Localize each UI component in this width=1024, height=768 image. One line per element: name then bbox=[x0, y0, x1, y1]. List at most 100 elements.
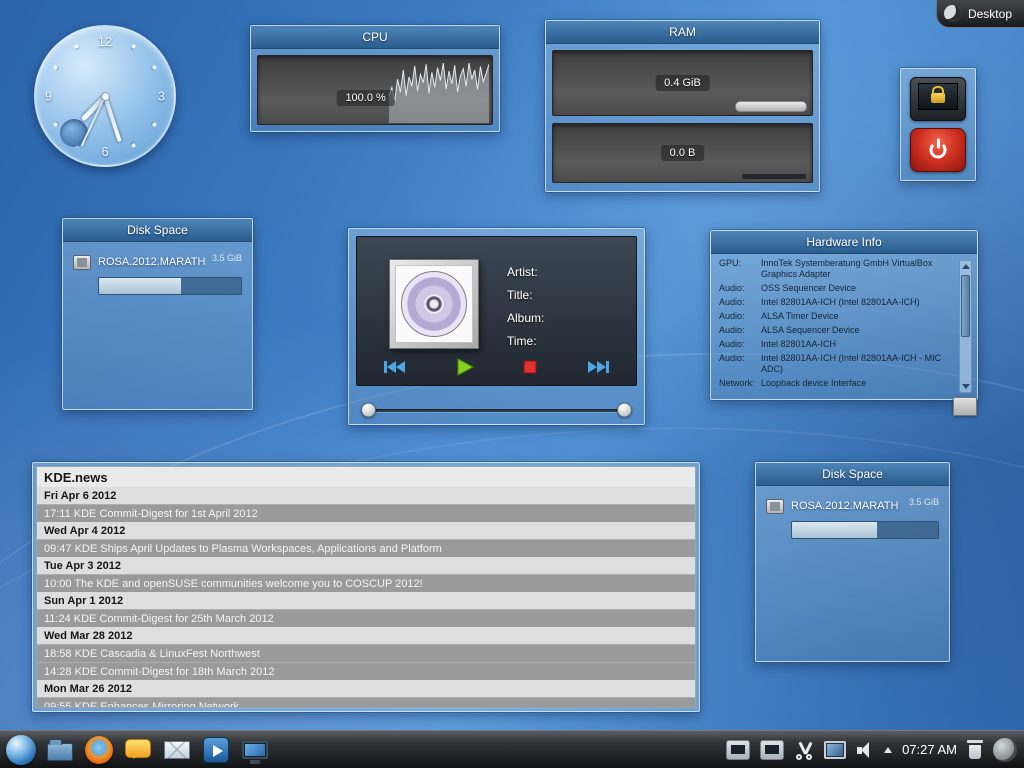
title-label: Title: bbox=[507, 284, 544, 307]
disk-usage-fill bbox=[99, 278, 181, 294]
hardware-info-row: Audio:ALSA Timer Device bbox=[719, 311, 954, 322]
klipper-scissors-icon[interactable] bbox=[794, 740, 814, 760]
disk-device-row: ROSA.2012.MARATH 3.5 GiB bbox=[73, 254, 242, 270]
hardware-info-row: Network:Loopback device Interface bbox=[719, 378, 954, 389]
news-item-link[interactable]: 10:00 The KDE and openSUSE communities w… bbox=[37, 574, 695, 592]
clock-hour-dot bbox=[131, 143, 136, 148]
desktop[interactable]: Desktop 12 3 6 9 CPU bbox=[0, 0, 1024, 768]
power-icon bbox=[929, 141, 948, 160]
news-item-link[interactable]: 09:47 KDE Ships April Updates to Plasma … bbox=[37, 539, 695, 557]
display-tray-icon[interactable] bbox=[824, 741, 846, 759]
disk-device-name: ROSA.2012.MARATH bbox=[98, 254, 205, 268]
arrow-up-icon bbox=[962, 264, 970, 269]
media-player-panel: Artist: Title: Album: Time: bbox=[356, 236, 637, 386]
news-item-link[interactable]: 14:28 KDE Commit-Digest for 18th March 2… bbox=[37, 662, 695, 680]
system-tray: 07:27 AM bbox=[726, 738, 1019, 762]
clock-hour-dot bbox=[53, 122, 58, 127]
swap-usage-bar bbox=[742, 174, 806, 179]
cpu-graph-panel: 100.0 % bbox=[257, 55, 493, 125]
hardware-info-scrollbar[interactable] bbox=[959, 260, 972, 393]
disk-widget-content: ROSA.2012.MARATH 3.5 GiB bbox=[756, 486, 949, 539]
hardware-value: ALSA Sequencer Device bbox=[761, 325, 954, 336]
volume-icon[interactable] bbox=[856, 740, 874, 760]
news-list: Fri Apr 6 201217:11 KDE Commit-Digest fo… bbox=[37, 487, 695, 708]
news-widget[interactable]: KDE.news Fri Apr 6 201217:11 KDE Commit-… bbox=[32, 462, 700, 712]
firefox-button[interactable] bbox=[83, 734, 115, 766]
disk-device-icon bbox=[766, 499, 784, 514]
trash-body bbox=[969, 745, 981, 759]
shutdown-button[interactable] bbox=[910, 128, 966, 172]
hardware-value: ALSA Timer Device bbox=[761, 311, 954, 322]
cpu-widget-title[interactable]: CPU bbox=[251, 26, 499, 49]
play-button[interactable] bbox=[453, 356, 477, 378]
scrollbar-thumb[interactable] bbox=[961, 275, 970, 337]
ram-used-value: 0.4 GiB bbox=[655, 75, 710, 91]
launcher-button[interactable] bbox=[5, 734, 37, 766]
hardware-info-list: GPU:InnoTek Systemberatung GmbH VirtualB… bbox=[719, 258, 954, 396]
news-item-link[interactable]: 09:55 KDE Enhances Mirroring Network bbox=[37, 697, 695, 708]
previous-button[interactable] bbox=[381, 357, 409, 377]
virtualbox-tray-icon[interactable] bbox=[760, 740, 784, 760]
disk-widget-title[interactable]: Disk Space bbox=[63, 219, 252, 242]
instant-messenger-button[interactable] bbox=[122, 734, 154, 766]
trash-icon[interactable] bbox=[967, 739, 983, 760]
time-label: Time: bbox=[507, 330, 544, 353]
album-label: Album: bbox=[507, 307, 544, 330]
cpu-monitor-widget[interactable]: CPU 100.0 % bbox=[250, 25, 500, 132]
panel-cashew-icon[interactable] bbox=[993, 738, 1017, 762]
clock-hour-dot bbox=[131, 44, 136, 49]
disk-space-widget[interactable]: Disk Space ROSA.2012.MARATH 3.5 GiB bbox=[62, 218, 253, 410]
news-item-link[interactable]: 18:58 KDE Cascadia & LinuxFest Northwest bbox=[37, 644, 695, 662]
clock-hub bbox=[101, 92, 110, 101]
clock-hour-dot bbox=[74, 44, 79, 49]
tray-expand-icon[interactable] bbox=[884, 747, 892, 753]
media-player-button[interactable] bbox=[200, 734, 232, 766]
scroll-down-button[interactable] bbox=[960, 381, 971, 392]
stop-button[interactable] bbox=[520, 357, 540, 377]
taskbar: 07:27 AM bbox=[0, 730, 1024, 768]
minute-hand bbox=[103, 95, 122, 142]
cpu-graph bbox=[389, 59, 489, 123]
next-button[interactable] bbox=[584, 357, 612, 377]
volume-slider-handle[interactable] bbox=[617, 403, 632, 418]
folder-icon bbox=[47, 743, 73, 761]
ram-widget-title[interactable]: RAM bbox=[546, 21, 819, 44]
desktop-settings-button[interactable] bbox=[239, 734, 271, 766]
news-date-row: Sun Apr 1 2012 bbox=[37, 592, 695, 609]
chat-bubble-icon bbox=[125, 739, 151, 758]
hardware-value: Intel 82801AA-ICH bbox=[761, 339, 954, 350]
file-manager-button[interactable] bbox=[44, 734, 76, 766]
firefox-icon bbox=[85, 736, 113, 764]
clock-face: 12 3 6 9 bbox=[34, 25, 176, 167]
trash-lid bbox=[967, 740, 983, 743]
desktop-toolbox-label: Desktop bbox=[968, 7, 1012, 21]
hardware-info-row: GPU:InnoTek Systemberatung GmbH VirtualB… bbox=[719, 258, 954, 280]
cpu-usage-value: 100.0 % bbox=[336, 90, 394, 106]
virtualbox-tray-icon[interactable] bbox=[726, 740, 750, 760]
lock-logout-widget[interactable] bbox=[900, 68, 976, 181]
taskbar-clock[interactable]: 07:27 AM bbox=[902, 742, 957, 757]
seek-slider-handle[interactable] bbox=[361, 403, 376, 418]
scroll-up-button[interactable] bbox=[960, 261, 971, 272]
lock-screen-button[interactable] bbox=[910, 77, 966, 121]
disk-space-widget[interactable]: Disk Space ROSA.2012.MARATH 3.5 GiB bbox=[755, 462, 950, 662]
news-item-link[interactable]: 11:24 KDE Commit-Digest for 25th March 2… bbox=[37, 609, 695, 627]
hardware-info-title[interactable]: Hardware Info bbox=[711, 231, 977, 254]
news-panel: KDE.news Fri Apr 6 201217:11 KDE Commit-… bbox=[36, 466, 696, 708]
hardware-info-row: Audio:Intel 82801AA-ICH (Intel 82801AA-I… bbox=[719, 297, 954, 308]
hardware-value: InnoTek Systemberatung GmbH VirtualBox G… bbox=[761, 258, 954, 280]
media-player-widget[interactable]: Artist: Title: Album: Time: bbox=[348, 228, 645, 425]
clock-hour-dot bbox=[53, 65, 58, 70]
swap-used-value: 0.0 B bbox=[661, 145, 705, 161]
desktop-toolbox-button[interactable]: Desktop bbox=[936, 0, 1024, 28]
disk-device-row: ROSA.2012.MARATH 3.5 GiB bbox=[766, 498, 939, 514]
news-item-link[interactable]: 17:11 KDE Commit-Digest for 1st April 20… bbox=[37, 504, 695, 522]
slider-track[interactable] bbox=[363, 409, 630, 412]
analog-clock-widget[interactable]: 12 3 6 9 bbox=[34, 25, 176, 175]
disk-widget-title[interactable]: Disk Space bbox=[756, 463, 949, 486]
cd-disc-icon bbox=[401, 271, 467, 337]
widget-resize-handle[interactable] bbox=[953, 397, 977, 416]
hardware-info-widget[interactable]: Hardware Info GPU:InnoTek Systemberatung… bbox=[710, 230, 978, 400]
ram-monitor-widget[interactable]: RAM 0.4 GiB 0.0 B bbox=[545, 20, 820, 192]
email-button[interactable] bbox=[161, 734, 193, 766]
